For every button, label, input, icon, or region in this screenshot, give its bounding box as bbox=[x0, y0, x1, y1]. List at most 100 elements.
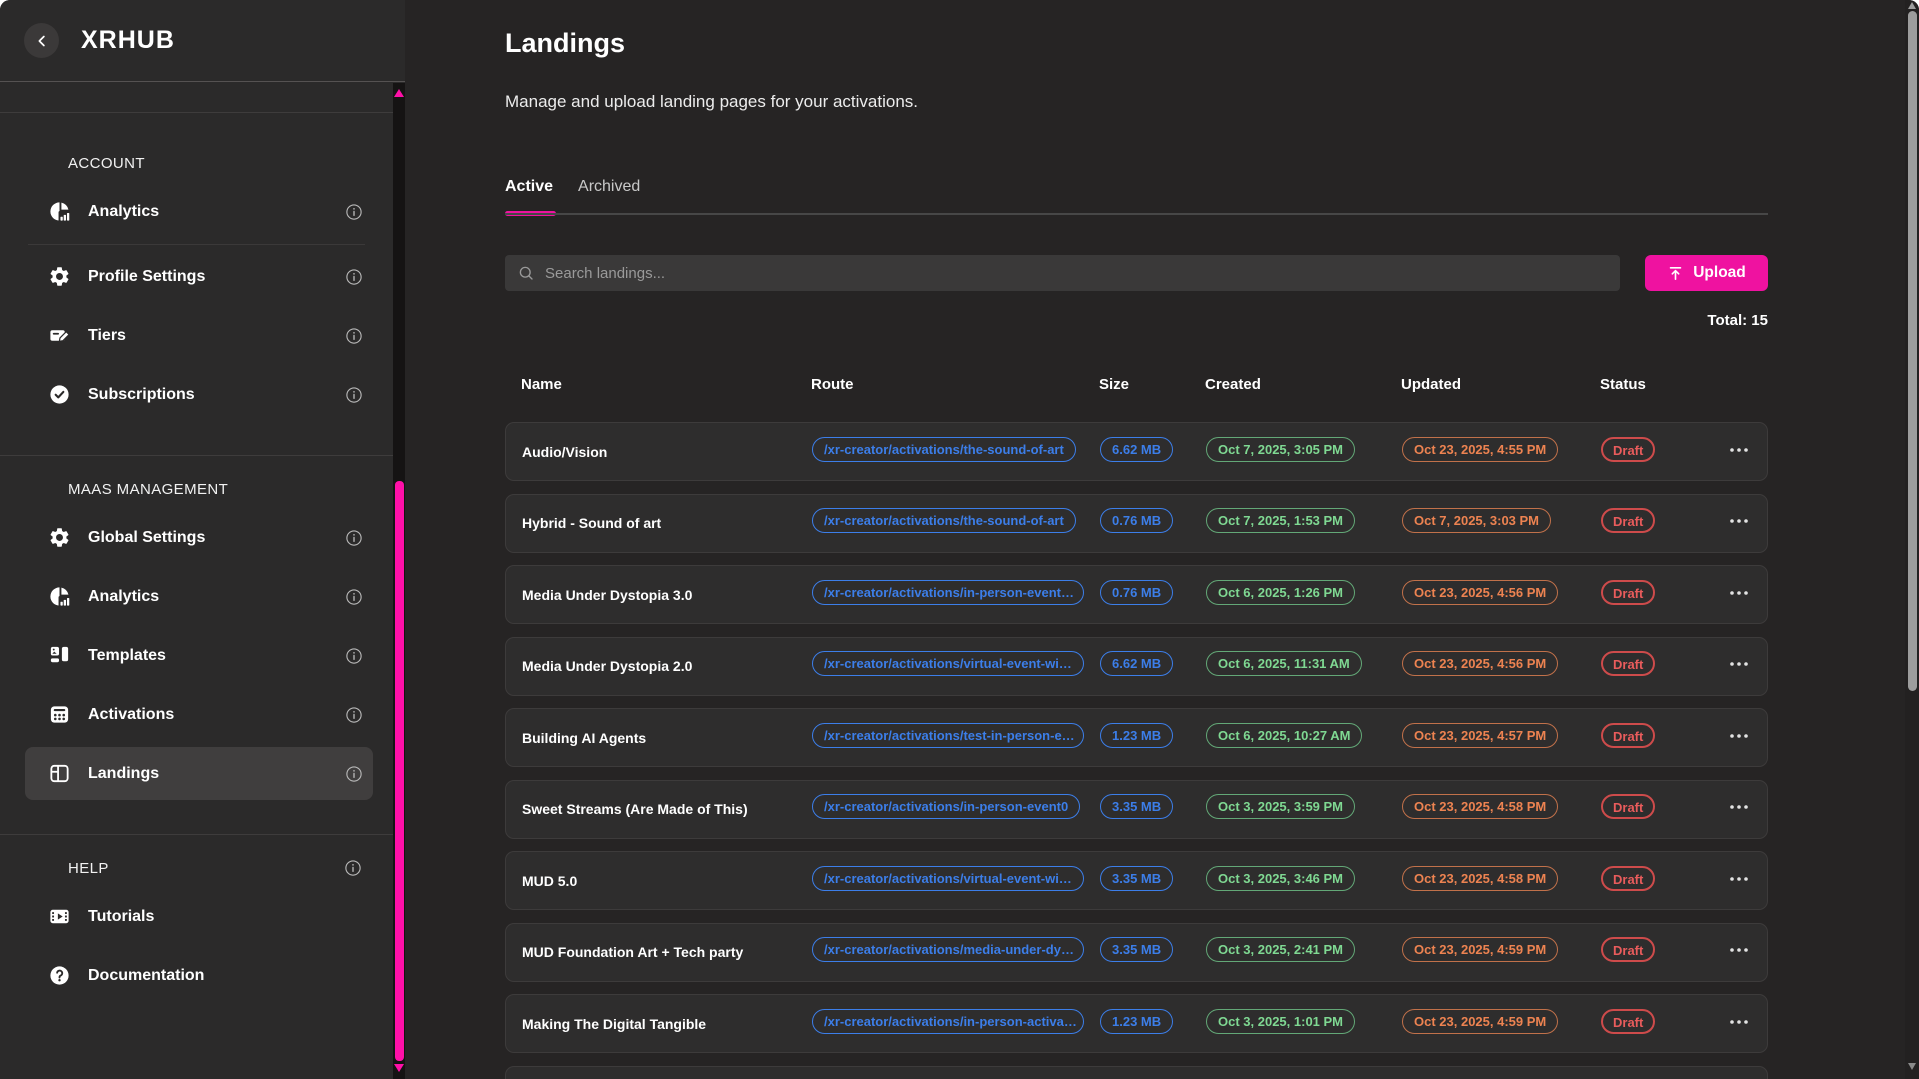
updated-badge: Oct 23, 2025, 4:59 PM bbox=[1402, 937, 1558, 962]
table-row[interactable]: Sweet Streams (Are Made of This) /xr-cre… bbox=[505, 780, 1768, 839]
tab-active[interactable]: Active bbox=[505, 178, 553, 202]
info-icon[interactable] bbox=[345, 647, 363, 665]
route-pill[interactable]: /xr-creator/activations/in-person-activa… bbox=[812, 1009, 1084, 1034]
table-row[interactable]: Building AI Agents /xr-creator/activatio… bbox=[505, 708, 1768, 767]
table-row-partial[interactable] bbox=[505, 1066, 1768, 1079]
scroll-down-arrow-icon[interactable] bbox=[1908, 1063, 1916, 1070]
sidebar-item-profile-settings[interactable]: Profile Settings bbox=[25, 250, 373, 303]
sidebar-scrollbar[interactable] bbox=[393, 83, 405, 1079]
tab-archived[interactable]: Archived bbox=[578, 178, 640, 202]
table-row[interactable]: Hybrid - Sound of art /xr-creator/activa… bbox=[505, 494, 1768, 553]
row-menu-button[interactable] bbox=[1726, 794, 1752, 820]
main-content: Landings Manage and upload landing pages… bbox=[405, 0, 1905, 1079]
column-header-status: Status bbox=[1600, 376, 1710, 393]
sidebar-item-subscriptions[interactable]: Subscriptions bbox=[25, 368, 373, 421]
sidebar-item-label: Documentation bbox=[88, 967, 363, 985]
page-scrollbar[interactable] bbox=[1905, 0, 1919, 1079]
table-row[interactable]: Audio/Vision /xr-creator/activations/the… bbox=[505, 422, 1768, 481]
info-icon[interactable] bbox=[345, 706, 363, 724]
scroll-up-arrow-icon[interactable] bbox=[1908, 2, 1916, 9]
size-badge: 0.76 MB bbox=[1100, 508, 1173, 533]
table-row[interactable]: MUD Foundation Art + Tech party /xr-crea… bbox=[505, 923, 1768, 982]
templates-icon bbox=[48, 644, 71, 667]
info-icon[interactable] bbox=[345, 203, 363, 221]
sidebar-scrollbar-thumb[interactable] bbox=[395, 481, 404, 1061]
route-pill[interactable]: /xr-creator/activations/the-sound-of-art bbox=[812, 437, 1076, 462]
info-icon[interactable] bbox=[345, 765, 363, 783]
sidebar-section-items: Analytics Profile Settings Tiers Subscri… bbox=[0, 185, 393, 421]
column-header-route: Route bbox=[811, 376, 1099, 393]
info-icon[interactable] bbox=[345, 588, 363, 606]
sidebar-item-analytics[interactable]: Analytics bbox=[25, 185, 373, 238]
created-badge: Oct 6, 2025, 1:26 PM bbox=[1206, 580, 1355, 605]
table-row[interactable]: Media Under Dystopia 3.0 /xr-creator/act… bbox=[505, 565, 1768, 624]
route-pill[interactable]: /xr-creator/activations/in-person-event0 bbox=[812, 794, 1080, 819]
row-menu-button[interactable] bbox=[1726, 437, 1752, 463]
row-menu-button[interactable] bbox=[1726, 937, 1752, 963]
search-input[interactable] bbox=[545, 265, 1608, 282]
created-badge: Oct 3, 2025, 1:01 PM bbox=[1206, 1009, 1355, 1034]
sidebar-item-documentation[interactable]: Documentation bbox=[25, 949, 373, 1002]
route-pill[interactable]: /xr-creator/activations/test-in-person-e… bbox=[812, 723, 1084, 748]
table-row[interactable]: MUD 5.0 /xr-creator/activations/virtual-… bbox=[505, 851, 1768, 910]
scroll-up-arrow-icon[interactable] bbox=[394, 89, 404, 97]
route-pill[interactable]: /xr-creator/activations/virtual-event-wi… bbox=[812, 866, 1084, 891]
info-icon[interactable] bbox=[344, 859, 362, 877]
row-menu-button[interactable] bbox=[1726, 866, 1752, 892]
row-menu-button[interactable] bbox=[1726, 580, 1752, 606]
sidebar-section-header[interactable]: MAAS MANAGEMENT bbox=[0, 477, 372, 501]
sidebar-item-tutorials[interactable]: Tutorials bbox=[25, 890, 373, 943]
sidebar-item-label: Profile Settings bbox=[88, 268, 345, 286]
sidebar-section-header[interactable]: HELP bbox=[0, 856, 372, 880]
status-badge: Draft bbox=[1601, 723, 1655, 748]
info-icon[interactable] bbox=[345, 327, 363, 345]
row-menu-button[interactable] bbox=[1726, 723, 1752, 749]
upload-icon bbox=[1667, 265, 1684, 282]
landing-name: Media Under Dystopia 2.0 bbox=[522, 658, 812, 674]
row-menu-button[interactable] bbox=[1726, 651, 1752, 677]
sidebar-section-label: HELP bbox=[68, 860, 344, 877]
updated-badge: Oct 23, 2025, 4:59 PM bbox=[1402, 1009, 1558, 1034]
route-pill[interactable]: /xr-creator/activations/in-person-event… bbox=[812, 580, 1084, 605]
status-badge: Draft bbox=[1601, 794, 1655, 819]
route-pill[interactable]: /xr-creator/activations/virtual-event-wi… bbox=[812, 651, 1084, 676]
chevron-down-icon bbox=[30, 155, 46, 171]
sidebar-item-label: Landings bbox=[88, 765, 345, 783]
tutorials-icon bbox=[48, 905, 71, 928]
row-menu-button[interactable] bbox=[1726, 1009, 1752, 1035]
created-badge: Oct 3, 2025, 3:46 PM bbox=[1206, 866, 1355, 891]
divider bbox=[0, 455, 393, 456]
page-subtitle: Manage and upload landing pages for your… bbox=[505, 92, 918, 112]
collapse-sidebar-button[interactable] bbox=[24, 23, 59, 58]
sidebar-item-activations[interactable]: Activations bbox=[25, 688, 373, 741]
info-icon[interactable] bbox=[345, 268, 363, 286]
row-menu-button[interactable] bbox=[1726, 508, 1752, 534]
sidebar-item-tiers[interactable]: Tiers bbox=[25, 309, 373, 362]
sidebar-section-header[interactable]: ACCOUNT bbox=[0, 151, 372, 175]
table-row[interactable]: Media Under Dystopia 2.0 /xr-creator/act… bbox=[505, 637, 1768, 696]
sidebar-item-templates[interactable]: Templates bbox=[25, 629, 373, 682]
route-pill[interactable]: /xr-creator/activations/media-under-dy… bbox=[812, 937, 1084, 962]
landing-name: Audio/Vision bbox=[522, 444, 812, 460]
created-badge: Oct 6, 2025, 10:27 AM bbox=[1206, 723, 1362, 748]
updated-badge: Oct 23, 2025, 4:56 PM bbox=[1402, 651, 1558, 676]
sidebar-section: HELP Tutorials Documentation bbox=[0, 834, 393, 1002]
chevron-left-icon bbox=[33, 32, 51, 50]
sidebar: XRHUB ACCOUNT Analytics Profile Settings… bbox=[0, 0, 405, 1079]
table-row[interactable]: Making The Digital Tangible /xr-creator/… bbox=[505, 994, 1768, 1053]
page-scrollbar-thumb[interactable] bbox=[1908, 11, 1917, 691]
sidebar-item-analytics[interactable]: Analytics bbox=[25, 570, 373, 623]
sidebar-section-label: ACCOUNT bbox=[68, 155, 362, 172]
landing-name: Building AI Agents bbox=[522, 730, 812, 746]
landing-name: Sweet Streams (Are Made of This) bbox=[522, 801, 812, 817]
route-pill[interactable]: /xr-creator/activations/the-sound-of-art bbox=[812, 508, 1076, 533]
landing-name: Hybrid - Sound of art bbox=[522, 515, 812, 531]
scroll-down-arrow-icon[interactable] bbox=[394, 1064, 404, 1072]
info-icon[interactable] bbox=[345, 386, 363, 404]
info-icon[interactable] bbox=[345, 529, 363, 547]
upload-button[interactable]: Upload bbox=[1645, 255, 1768, 291]
sidebar-item-landings[interactable]: Landings bbox=[25, 747, 373, 800]
divider bbox=[28, 244, 365, 245]
sidebar-item-global-settings[interactable]: Global Settings bbox=[25, 511, 373, 564]
search-bar bbox=[505, 255, 1620, 291]
